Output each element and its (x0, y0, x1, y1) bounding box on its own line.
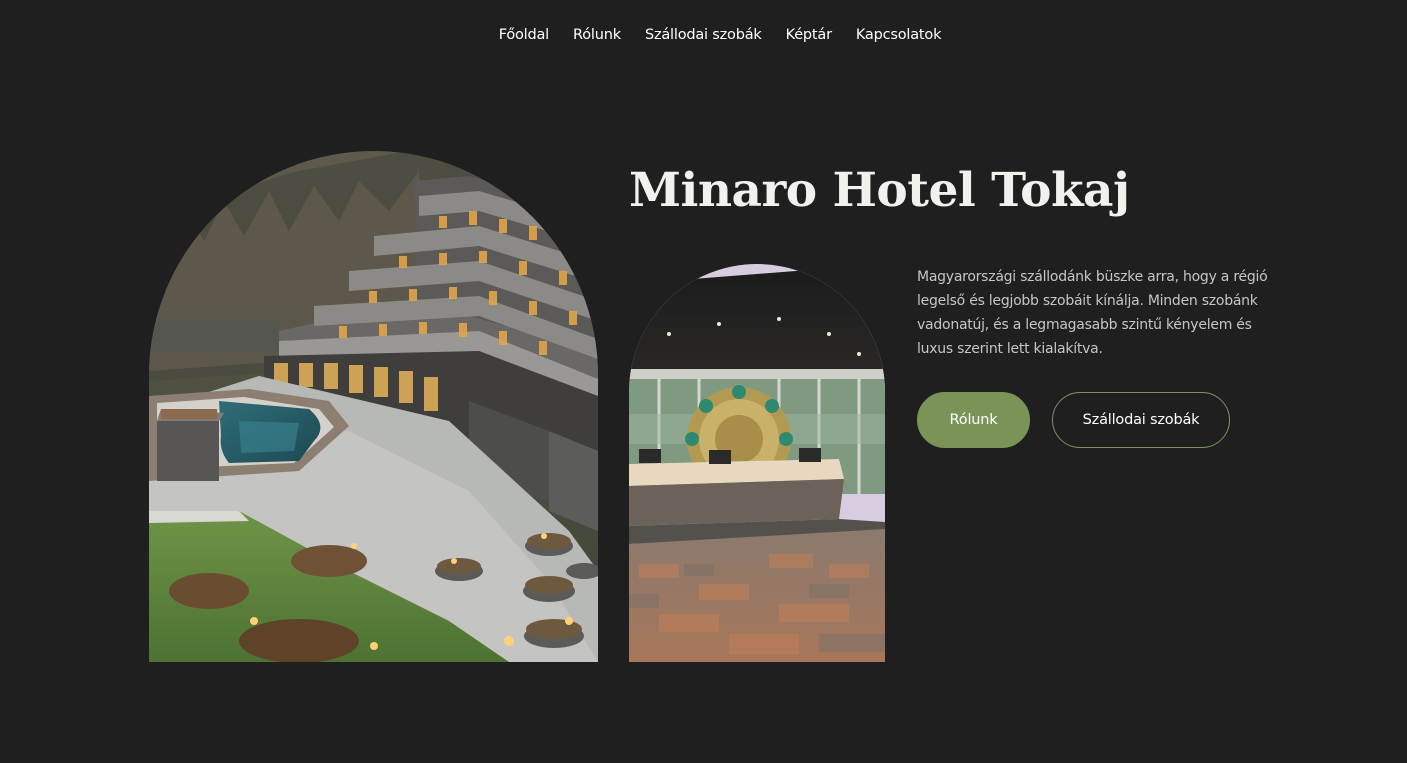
nav-link-rooms[interactable]: Szállodai szobák (645, 27, 762, 43)
hotel-reception-illustration (629, 264, 885, 662)
about-button[interactable]: Rólunk (917, 392, 1030, 448)
nav-item-gallery: Képtár (786, 24, 832, 46)
nav-list: Főoldal Rólunk Szállodai szobák Képtár K… (487, 24, 954, 46)
nav-link-home[interactable]: Főoldal (499, 27, 550, 43)
nav-link-about[interactable]: Rólunk (573, 27, 621, 43)
hotel-exterior-illustration (149, 151, 598, 662)
hotel-landing-page: Főoldal Rólunk Szállodai szobák Képtár K… (0, 0, 1407, 763)
nav-item-home: Főoldal (499, 24, 550, 46)
page-title: Minaro Hotel Tokaj (629, 163, 1130, 218)
nav-item-contacts: Kapcsolatok (856, 24, 942, 46)
main-navigation: Főoldal Rólunk Szállodai szobák Képtár K… (0, 24, 1407, 46)
rooms-button[interactable]: Szállodai szobák (1052, 392, 1230, 448)
hero-description: Magyarországi szállodánk büszke arra, ho… (917, 269, 1268, 357)
hotel-reception-image (629, 264, 885, 662)
hotel-exterior-image (149, 151, 598, 662)
nav-item-about: Rólunk (573, 24, 621, 46)
nav-item-rooms: Szállodai szobák (645, 24, 762, 46)
nav-link-gallery[interactable]: Képtár (786, 27, 832, 43)
nav-link-contacts[interactable]: Kapcsolatok (856, 27, 942, 43)
